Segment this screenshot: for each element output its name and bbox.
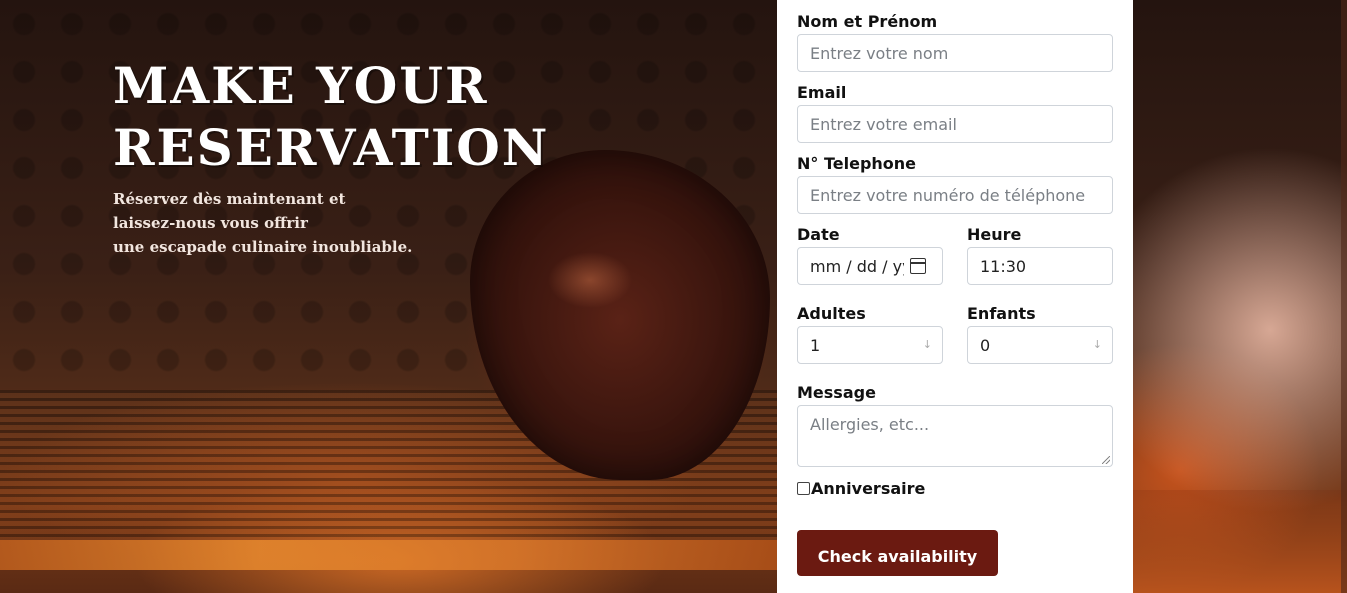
guests-row: Adultes 1 ↓ Enfants 0 ↓ — [797, 304, 1113, 364]
time-label: Heure — [967, 225, 1022, 244]
adults-value: 1 — [810, 335, 821, 355]
hero-subtitle-line3: une escapade culinaire inoubliable. — [113, 238, 413, 256]
phone-input[interactable]: Entrez votre numéro de téléphone — [797, 176, 1113, 214]
date-input[interactable]: mm / dd / yyy — [797, 247, 943, 285]
background-right-fire — [1133, 490, 1347, 593]
adults-input[interactable]: 1 ↓ — [797, 326, 943, 364]
birthday-row: Anniversaire — [797, 479, 1113, 498]
message-textarea[interactable]: Allergies, etc... — [797, 405, 1113, 467]
adults-field-group: Adultes 1 ↓ — [797, 304, 943, 364]
hero-section: MAKE YOUR RESERVATION Réservez dès maint… — [113, 55, 573, 259]
children-label: Enfants — [967, 304, 1036, 323]
time-input[interactable]: 11:30 — [967, 247, 1113, 285]
email-input[interactable]: Entrez votre email — [797, 105, 1113, 143]
hero-subtitle: Réservez dès maintenant et laissez-nous … — [113, 187, 573, 259]
email-field-group: Email Entrez votre email — [797, 83, 1113, 143]
hero-title-line2: RESERVATION — [113, 118, 550, 177]
birthday-checkbox[interactable] — [797, 482, 810, 495]
spinner-arrow-icon[interactable]: ↓ — [923, 338, 932, 351]
page-edge — [1341, 0, 1347, 593]
message-field-group: Message Allergies, etc... — [797, 383, 1113, 467]
children-field-group: Enfants 0 ↓ — [967, 304, 1113, 364]
message-placeholder: Allergies, etc... — [810, 415, 930, 434]
spinner-arrow-icon[interactable]: ↓ — [1093, 338, 1102, 351]
name-input[interactable]: Entrez votre nom — [797, 34, 1113, 72]
reservation-form: Nom et Prénom Entrez votre nom Email Ent… — [777, 0, 1133, 593]
resize-handle-icon[interactable] — [1102, 456, 1110, 464]
hero-subtitle-line1: Réservez dès maintenant et — [113, 190, 346, 208]
hero-subtitle-line2: laissez-nous vous offrir — [113, 214, 308, 232]
date-time-row: Date mm / dd / yyy Heure 11:30 — [797, 225, 1113, 285]
adults-label: Adultes — [797, 304, 866, 323]
time-field-group: Heure 11:30 — [967, 225, 1113, 285]
date-field-group: Date mm / dd / yyy — [797, 225, 943, 285]
children-input[interactable]: 0 ↓ — [967, 326, 1113, 364]
message-label: Message — [797, 383, 876, 402]
date-label: Date — [797, 225, 840, 244]
hero-title: MAKE YOUR RESERVATION — [113, 55, 573, 179]
name-label: Nom et Prénom — [797, 12, 938, 31]
check-availability-button[interactable]: Check availability — [797, 530, 998, 576]
email-label: Email — [797, 83, 847, 102]
phone-label: N° Telephone — [797, 154, 917, 173]
date-input-value: mm / dd / yyy — [810, 256, 904, 276]
background-fire-glow — [0, 540, 780, 570]
calendar-icon[interactable] — [910, 258, 926, 274]
children-value: 0 — [980, 335, 991, 355]
name-field-group: Nom et Prénom Entrez votre nom — [797, 12, 1113, 72]
birthday-label[interactable]: Anniversaire — [811, 479, 925, 498]
phone-field-group: N° Telephone Entrez votre numéro de télé… — [797, 154, 1113, 214]
hero-title-line1: MAKE YOUR — [113, 56, 489, 115]
